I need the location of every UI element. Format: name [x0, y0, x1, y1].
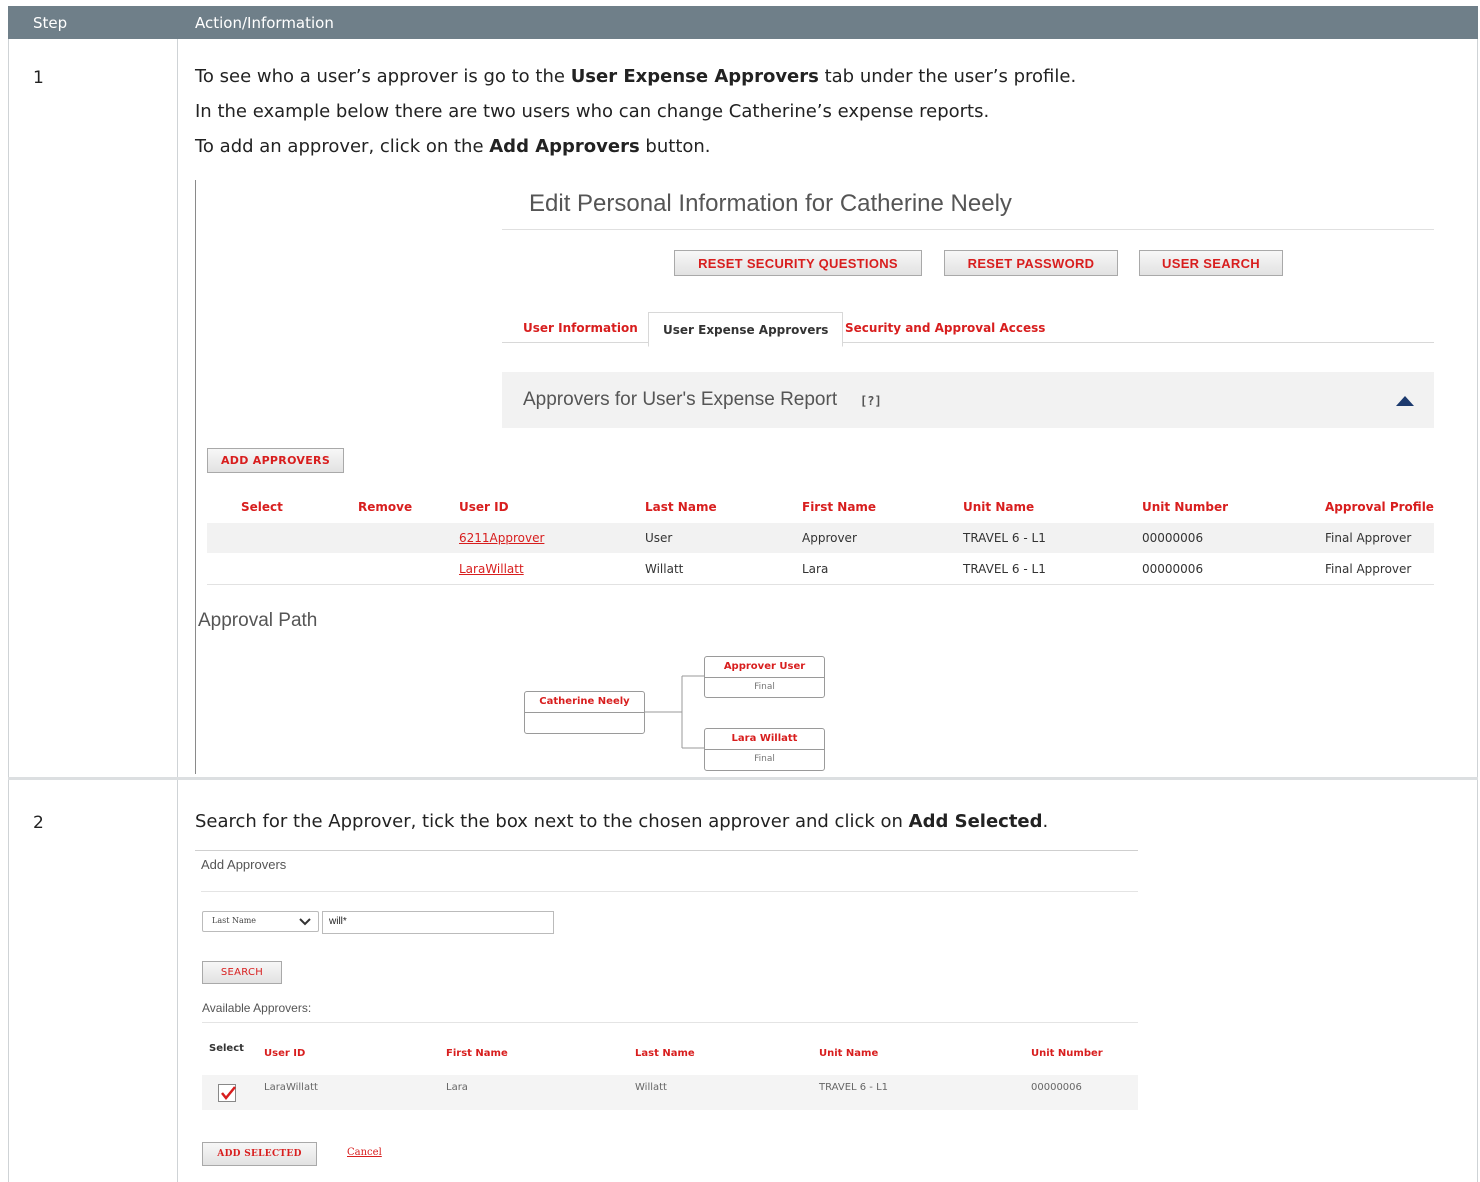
- add-approvers-title: Add Approvers: [201, 857, 287, 872]
- search-input-value: will*: [329, 916, 347, 927]
- add-selected-button[interactable]: ADD SELECTED: [202, 1142, 317, 1166]
- cell-last-name: Willatt: [645, 562, 684, 576]
- header-action: Action/Information: [195, 14, 334, 32]
- available-approvers-label: Available Approvers:: [202, 1001, 312, 1015]
- header-step: Step: [33, 14, 68, 32]
- path-node-name: Approver User: [705, 657, 824, 678]
- add-approvers-button[interactable]: ADD APPROVERS: [207, 448, 344, 473]
- tab-security-and-approval-access[interactable]: Security and Approval Access: [845, 321, 1045, 335]
- cell-first-name: Lara: [802, 562, 829, 576]
- path-node-approver1: Approver User Final: [704, 656, 825, 698]
- col-unit-number: Unit Number: [1142, 500, 1229, 514]
- col-first-name: First Name: [802, 500, 877, 514]
- step1-line2: In the example below there are two users…: [195, 101, 990, 122]
- column-divider: [177, 39, 178, 1182]
- row-divider: [207, 584, 1434, 585]
- col-last-name: Last Name: [635, 1048, 695, 1059]
- section-divider: [202, 1022, 1138, 1023]
- step-number-2: 2: [33, 813, 44, 833]
- cell-unit-number: 00000006: [1142, 531, 1204, 545]
- path-node-approver2: Lara Willatt Final: [704, 728, 825, 771]
- user-id-link[interactable]: 6211Approver: [459, 531, 544, 545]
- path-connector: [645, 675, 706, 749]
- cell-unit-name: TRAVEL 6 - L1: [963, 531, 1046, 545]
- col-user-id: User ID: [264, 1048, 306, 1059]
- search-field-select[interactable]: Last Name: [202, 911, 319, 932]
- screenshot-border: [195, 180, 196, 774]
- select-checkbox[interactable]: [218, 1084, 236, 1102]
- cell-unit-name: TRAVEL 6 - L1: [819, 1082, 889, 1093]
- table-border-right: [1477, 39, 1478, 1182]
- col-select: Select: [209, 1043, 244, 1054]
- table-header: Step Action/Information: [8, 6, 1478, 39]
- col-unit-number: Unit Number: [1031, 1048, 1103, 1059]
- cell-last-name: User: [645, 531, 673, 545]
- col-unit-name: Unit Name: [963, 500, 1035, 514]
- path-node-root: Catherine Neely: [524, 691, 645, 734]
- title-divider: [502, 229, 1434, 230]
- cell-first-name: Lara: [446, 1082, 468, 1093]
- path-node-level: Final: [754, 682, 775, 692]
- table-border-left: [8, 39, 9, 1182]
- cell-approval-profile: Final Approver: [1325, 562, 1412, 576]
- user-search-button[interactable]: USER SEARCH: [1139, 250, 1283, 276]
- screenshot2-top: [195, 850, 1138, 851]
- reset-password-button[interactable]: RESET PASSWORD: [944, 250, 1118, 276]
- search-button[interactable]: SEARCH: [202, 961, 282, 984]
- title-divider: [201, 891, 1138, 892]
- checkmark-icon: [221, 1086, 236, 1100]
- search-field-value: Last Name: [212, 916, 257, 925]
- cell-user-id: LaraWillatt: [264, 1082, 318, 1093]
- path-node-name: Lara Willatt: [705, 729, 824, 750]
- col-user-id: User ID: [459, 500, 509, 514]
- path-node-name: Catherine Neely: [525, 692, 644, 713]
- col-approval-profile: Approval Profile: [1325, 500, 1434, 514]
- cell-unit-name: TRAVEL 6 - L1: [963, 562, 1046, 576]
- collapse-arrow-icon[interactable]: [1396, 396, 1414, 406]
- chevron-down-icon: [299, 918, 311, 926]
- user-id-link[interactable]: LaraWillatt: [459, 562, 524, 576]
- row-divider: [8, 777, 1478, 780]
- tab-user-expense-approvers[interactable]: User Expense Approvers: [648, 312, 844, 347]
- step1-line3: To add an approver, click on the Add App…: [195, 136, 711, 157]
- cell-first-name: Approver: [802, 531, 857, 545]
- approval-path-title: Approval Path: [198, 610, 318, 631]
- col-remove: Remove: [358, 500, 413, 514]
- col-last-name: Last Name: [645, 500, 717, 514]
- page-title: Edit Personal Information for Catherine …: [529, 190, 1012, 217]
- step2-line: Search for the Approver, tick the box ne…: [195, 811, 1049, 832]
- path-node-level: Final: [754, 754, 775, 764]
- cell-last-name: Willatt: [635, 1082, 667, 1093]
- tabs-baseline: [502, 342, 1434, 343]
- step-number-1: 1: [33, 68, 44, 88]
- search-input[interactable]: will*: [322, 911, 554, 934]
- reset-security-questions-button[interactable]: RESET SECURITY QUESTIONS: [674, 250, 922, 276]
- cell-approval-profile: Final Approver: [1325, 531, 1412, 545]
- col-first-name: First Name: [446, 1048, 508, 1059]
- approvers-section-header[interactable]: Approvers for User's Expense Report [?]: [502, 372, 1434, 428]
- tab-user-information[interactable]: User Information: [523, 321, 638, 335]
- section-title: Approvers for User's Expense Report: [523, 389, 838, 410]
- help-link[interactable]: [?]: [860, 394, 882, 408]
- col-unit-name: Unit Name: [819, 1048, 879, 1059]
- cell-unit-number: 00000006: [1142, 562, 1204, 576]
- step1-line1: To see who a user’s approver is go to th…: [195, 66, 1077, 87]
- col-select: Select: [241, 500, 283, 514]
- cell-unit-number: 00000006: [1031, 1082, 1082, 1093]
- table-row: [202, 1075, 1138, 1110]
- cancel-link[interactable]: Cancel: [347, 1147, 382, 1158]
